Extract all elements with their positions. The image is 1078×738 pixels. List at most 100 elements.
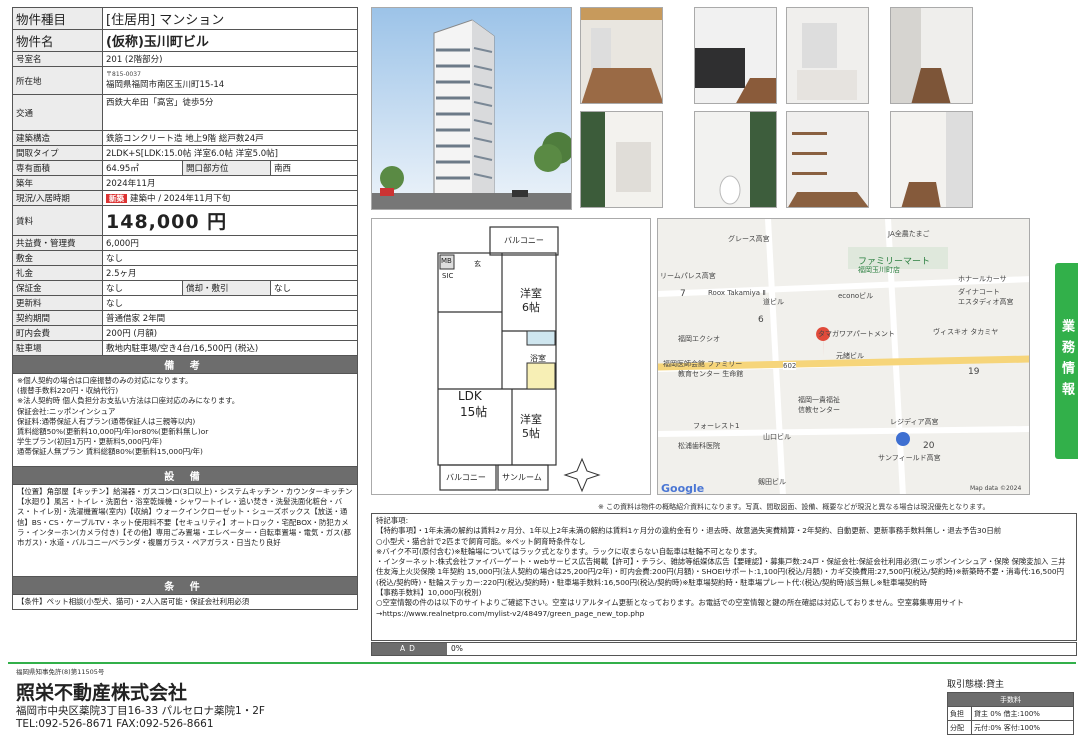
name-label: 物件名: [12, 29, 103, 52]
ldk-size: 15帖: [460, 405, 488, 419]
map-label-16: 教育センター 生命館: [678, 370, 744, 378]
mb-label: MB: [441, 257, 452, 265]
guarantee-label: 保証金: [12, 280, 103, 296]
company-name: 照栄不動産株式会社: [16, 682, 188, 704]
map-copyright: Map data ©2024: [970, 485, 1022, 492]
common-fee-label: 共益費・管理費: [12, 235, 103, 251]
map-label-13: ヴィスキオ タカミヤ: [933, 328, 999, 336]
map-block-6: 6: [758, 315, 764, 325]
deposit-value: なし: [102, 250, 358, 266]
map-label-25: 松浦歯科医院: [678, 442, 720, 450]
map-label-9: Roox Takamiya Ⅱ: [708, 289, 766, 297]
property-name: (仮称)玉川町ビル: [102, 29, 358, 52]
conditions-text: 【条件】ペット相談(小型犬、猫可)・2人入居可能・保証会社利用必須: [12, 593, 358, 611]
map-label-8: リームパレス高宮: [660, 272, 716, 280]
ad-row: AD 0%: [371, 642, 1077, 656]
structure-value: 鉄筋コンクリート造 地上9階 総戸数24戸: [102, 130, 358, 146]
map-label-17: 602: [783, 362, 797, 370]
parking-value: 敷地内駐車場/空き4台/16,500円 (税込): [102, 340, 358, 356]
map-label-14: 福岡エクシオ: [678, 335, 720, 343]
amortization-value: なし: [270, 280, 358, 296]
ldk-label: LDK: [458, 389, 482, 403]
room-western-1-size: 6帖: [522, 301, 540, 314]
area-label: 専有面積: [12, 160, 103, 176]
location-map[interactable]: グレース高宮 JA全農たまご ファミリーマート 福岡玉川町店 ホナールカーサ ダ…: [657, 218, 1030, 495]
room-label: 号室名: [12, 51, 103, 67]
company-phone: TEL:092-526-8671 FAX:092-526-8661: [16, 718, 214, 730]
direction-value: 南西: [270, 160, 358, 176]
structure-label: 建築構造: [12, 130, 103, 146]
fee-row2-label: 分配: [947, 720, 972, 735]
new-badge: 新築: [106, 194, 127, 203]
ad-value: 0%: [451, 644, 463, 653]
map-label-22: フォーレスト1: [693, 422, 740, 430]
deposit-label: 敷金: [12, 250, 103, 266]
footer-divider: [8, 662, 1076, 664]
map-label-27: サンフィールド高宮: [878, 454, 941, 462]
map-label-26: 20: [923, 441, 935, 451]
interior-photo-6: [694, 111, 777, 208]
map-label-6: ダイナコート: [958, 288, 1000, 296]
map-label-10: 道ビル: [763, 298, 784, 306]
balcony-top-label: バルコニー: [504, 236, 544, 245]
map-label-1: グレース高宮: [728, 235, 770, 243]
contract-label: 契約期間: [12, 310, 103, 326]
map-label-2: JA全農たまご: [888, 230, 930, 238]
floor-plan: バルコニー MB SIC 玄 洋室 6帖 浴室 LDK 15帖 洋室 5帖 バル…: [371, 218, 651, 495]
map-label-28: 剱田ビル: [758, 478, 786, 486]
type-value: [住居用] マンション: [102, 7, 358, 30]
map-label-5: ホナールカーサ: [958, 275, 1007, 283]
area-value: 64.95㎡: [102, 160, 183, 176]
business-info-tab[interactable]: 業務情報: [1055, 263, 1078, 459]
license-number: 福岡県知事免許(8)第11505号: [16, 668, 105, 676]
key-money-label: 礼金: [12, 265, 103, 281]
sic-label: SIC: [442, 272, 454, 280]
entrance-label: 玄: [474, 260, 481, 268]
renewal-value: なし: [102, 295, 358, 311]
map-label-15: 福岡医師会館 ファミリー: [663, 360, 743, 368]
map-label-24: 山口ビル: [763, 433, 791, 441]
renewal-label: 更新料: [12, 295, 103, 311]
built-label: 築年: [12, 175, 103, 191]
fee-heading: 手数料: [947, 692, 1074, 707]
status-label: 現況/入居時期: [12, 190, 103, 206]
map-label-19: 19: [968, 367, 980, 377]
room-value: 201 (2階部分): [102, 51, 358, 67]
town-fee-label: 町内会費: [12, 325, 103, 341]
key-money-value: 2.5ヶ月: [102, 265, 358, 281]
interior-photo-2: [694, 7, 777, 104]
layout-label: 間取タイプ: [12, 145, 103, 161]
map-label-21: 信教センター: [798, 406, 840, 414]
map-label-23: レジディア高宮: [890, 418, 939, 426]
map-label-11: econoビル: [838, 292, 874, 300]
interior-photo-4: [890, 7, 973, 104]
address-cell: 〒815-0037 福岡県福岡市南区玉川町15-14: [102, 66, 358, 95]
company-address: 福岡市中央区薬院3丁目16-33 パルセロナ薬院1・2F: [16, 705, 265, 717]
interior-photo-7: [786, 111, 869, 208]
traffic-value: 西鉄大牟田「高宮」徒歩5分: [102, 94, 358, 131]
layout-value: 2LDK+S[LDK:15.0帖 洋室6.0帖 洋室5.0帖]: [102, 145, 358, 161]
type-label: 物件種目: [12, 7, 103, 30]
amortization-label: 償却・敷引: [182, 280, 271, 296]
equipment-text: 【位置】角部屋【キッチン】給湯器・ガスコンロ(3口以上)・システムキッチン・カウ…: [12, 484, 358, 577]
remarks-text: ※個人契約の場合は口座振替のみの対応になります。 (振替手数料220円・収納代行…: [12, 373, 358, 467]
contract-value: 普通借家 2年間: [102, 310, 358, 326]
address-label: 所在地: [12, 66, 103, 95]
map-block-7: 7: [680, 289, 686, 299]
map-label-18: 元緒ビル: [836, 352, 864, 360]
map-label-20: 福岡一貴福祉: [798, 396, 840, 404]
parking-label: 駐車場: [12, 340, 103, 356]
conditions-heading: 条 件: [12, 576, 358, 595]
rent-value: 148,000 円: [102, 205, 358, 236]
equipment-heading: 設 備: [12, 466, 358, 485]
ad-label: AD: [372, 643, 447, 655]
property-spec-table: 物件種目 [住居用] マンション 物件名 (仮称)玉川町ビル 号室名 201 (2階部…: [12, 7, 358, 611]
rent-label: 賃料: [12, 205, 103, 236]
map-label-4: 福岡玉川町店: [858, 266, 900, 274]
interior-photo-5: [580, 111, 663, 208]
zip-code: 〒815-0037: [106, 71, 141, 78]
interior-photo-3: [786, 7, 869, 104]
built-value: 2024年11月: [102, 175, 358, 191]
special-notes: 特記事項: 【特約事項】・1年未満の解約は賃料2ヶ月分、1年以上2年未満の解約は…: [371, 513, 1077, 641]
bath-label: 浴室: [530, 354, 546, 363]
